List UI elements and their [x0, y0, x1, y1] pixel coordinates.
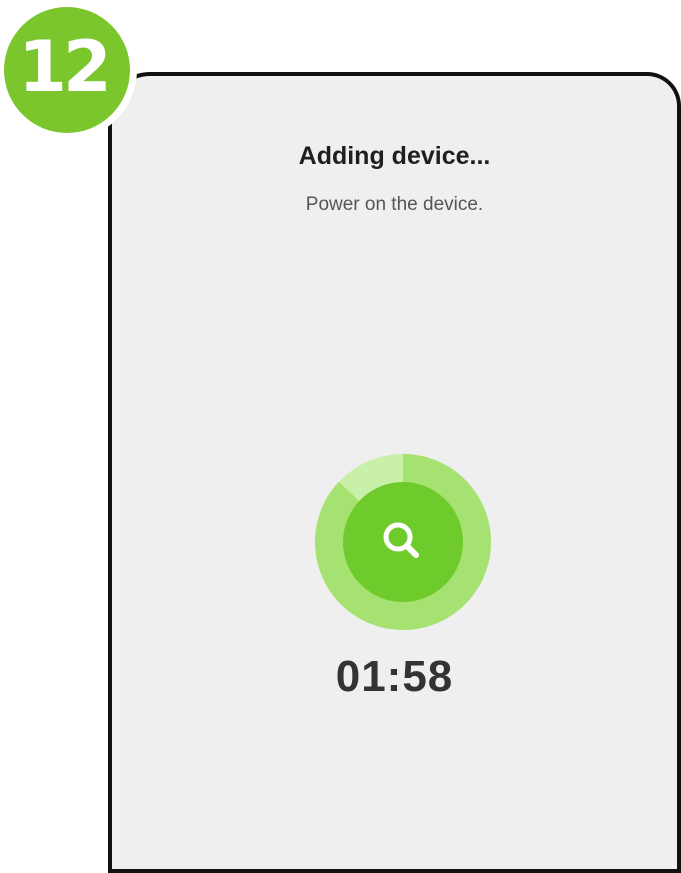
phone-screen: Adding device... Power on the device. 01… — [108, 72, 681, 873]
page-title: Adding device... — [298, 142, 491, 170]
scan-progress-indicator — [315, 454, 491, 630]
instruction-step: 12 Adding device... Power on the device.… — [0, 0, 681, 873]
step-number: 12 — [18, 26, 111, 108]
step-number-badge: 12 — [4, 7, 130, 133]
countdown-timer: 01:58 — [335, 652, 454, 701]
scan-center-disc — [343, 482, 463, 602]
phone-frame-edge — [108, 869, 681, 873]
scan-progress-ring — [315, 454, 491, 630]
page-subtitle: Power on the device. — [305, 194, 484, 215]
